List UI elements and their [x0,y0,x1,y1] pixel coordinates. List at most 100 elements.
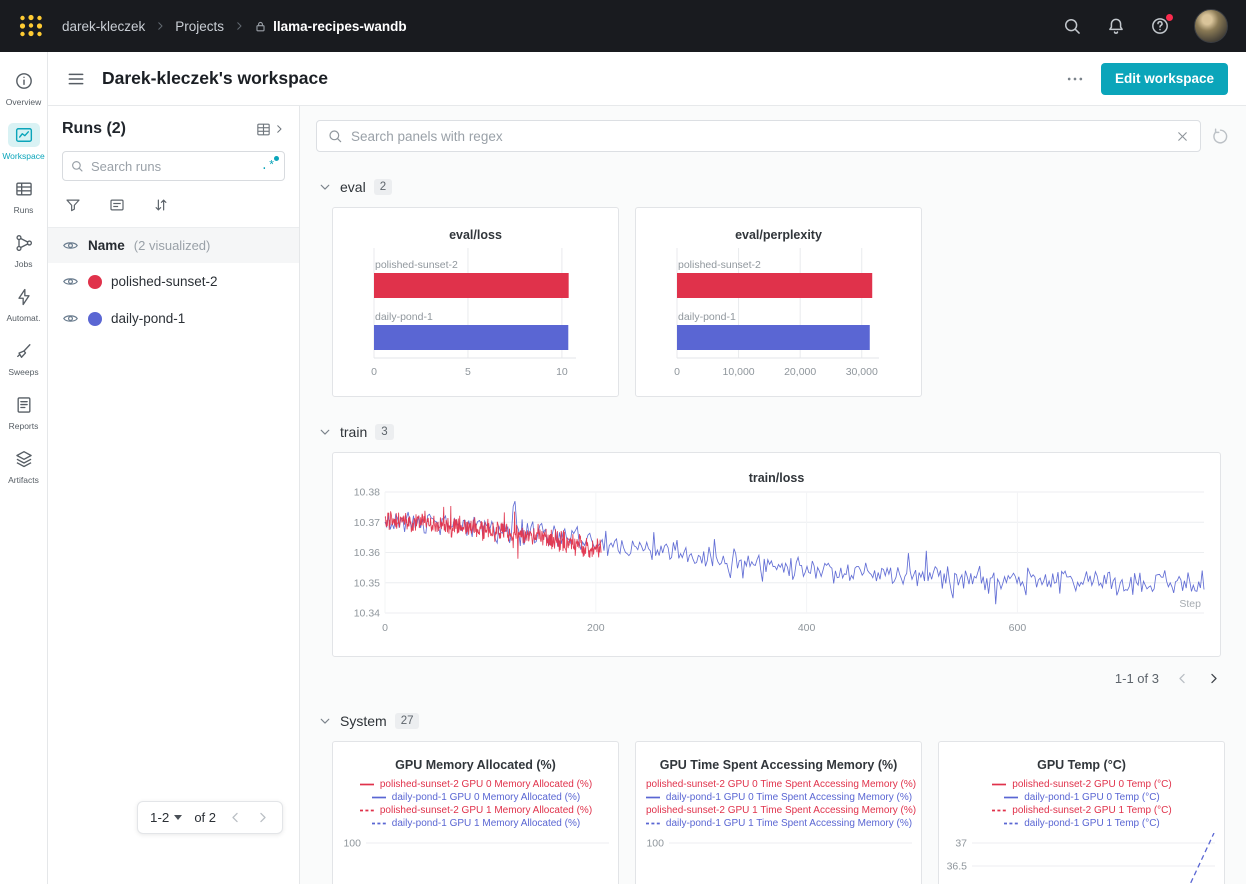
pagination-label: 1-1 of 3 [1115,671,1159,686]
sidebar-item-automations[interactable]: Automat. [0,278,48,332]
chevron-down-icon [174,815,182,820]
legend-item: polished-sunset-2 GPU 1 Time Spent Acces… [641,804,916,817]
info-icon [14,69,34,93]
sidebar-item-artifacts[interactable]: Artifacts [0,440,48,494]
legend-item: polished-sunset-2 GPU 1 Memory Allocated… [359,804,592,817]
svg-text:10.35: 10.35 [353,577,379,589]
breadcrumb-user[interactable]: darek-kleczek [62,19,145,34]
svg-text:10.38: 10.38 [353,487,379,499]
visibility-eye-icon[interactable] [62,273,79,290]
visibility-eye-icon[interactable] [62,237,79,254]
history-undo-icon[interactable] [1211,127,1230,146]
wandb-logo[interactable] [18,13,44,39]
legend-item: polished-sunset-2 GPU 0 Memory Allocated… [359,778,592,791]
menu-icon[interactable] [66,69,86,89]
visibility-eye-icon[interactable] [62,310,79,327]
sort-icon[interactable] [152,196,170,214]
artifacts-layers-icon [14,447,34,471]
legend-item: daily-pond-1 GPU 0 Temp (°C) [1003,791,1160,804]
navbar-actions [1062,9,1228,43]
breadcrumb-project[interactable]: llama-recipes-wandb [254,19,407,34]
run-row[interactable]: polished-sunset-2 [48,263,299,300]
section-count-badge: 2 [374,179,392,195]
panel-card-gpu-time[interactable]: GPU Time Spent Accessing Memory (%) poli… [635,741,922,884]
more-options-icon[interactable] [1065,69,1085,89]
page-title: Darek-kleczek's workspace [102,68,328,89]
run-name: polished-sunset-2 [111,274,218,289]
chevron-right-icon [273,123,285,135]
runs-search-input[interactable] [62,151,285,181]
avatar[interactable] [1194,9,1228,43]
panel-card-eval-loss[interactable]: eval/loss 0510polished-sunset-2daily-pon… [332,207,619,397]
panel-search-input[interactable] [351,129,1167,144]
svg-text:100: 100 [343,838,361,850]
legend-item: daily-pond-1 GPU 1 Temp (°C) [1003,817,1160,830]
runs-pagination: 1-2 of 2 [137,801,283,834]
train-section-pagination: 1-1 of 3 [332,671,1221,686]
svg-text:Step: Step [1179,598,1201,610]
line-chart[interactable]: 100 [333,833,618,884]
search-icon [70,159,84,173]
runs-table-expand-button[interactable] [255,121,285,138]
svg-text:200: 200 [587,622,605,634]
chart-title: GPU Memory Allocated (%) [333,758,618,772]
panel-card-train-loss[interactable]: train/loss 10.3810.3710.3610.3510.340200… [332,452,1221,657]
group-icon[interactable] [108,196,126,214]
notification-dot [1165,13,1174,22]
svg-text:0: 0 [674,366,680,378]
svg-text:5: 5 [465,366,471,378]
automations-bolt-icon [14,285,34,309]
legend-item: polished-sunset-2 GPU 1 Temp (°C) [991,804,1171,817]
previous-page-button[interactable] [228,810,243,825]
chart-legend: polished-sunset-2 GPU 0 Temp (°C)daily-p… [939,778,1224,830]
edit-workspace-button[interactable]: Edit workspace [1101,63,1228,95]
chevron-down-icon[interactable] [318,180,332,194]
sidebar-item-jobs[interactable]: Jobs [0,224,48,278]
svg-text:400: 400 [797,622,815,634]
svg-text:polished-sunset-2: polished-sunset-2 [678,259,761,271]
page-size-dropdown[interactable]: 1-2 [150,810,182,825]
svg-text:20,000: 20,000 [784,366,816,378]
previous-page-button[interactable] [1175,671,1190,686]
line-chart[interactable]: 3736.5 [939,833,1224,884]
sidebar-item-sweeps[interactable]: Sweeps [0,332,48,386]
chevron-down-icon[interactable] [318,714,332,728]
svg-text:10: 10 [556,366,568,378]
close-icon[interactable] [1175,129,1190,144]
section-header-train: train 3 [316,424,1230,440]
breadcrumb-project-name: llama-recipes-wandb [273,19,407,34]
bar-chart[interactable]: 0510polished-sunset-2daily-pond-1 [333,244,618,394]
chart-title: train/loss [333,471,1220,485]
panel-card-gpu-temp[interactable]: GPU Temp (°C) polished-sunset-2 GPU 0 Te… [938,741,1225,884]
search-icon[interactable] [1062,16,1082,36]
breadcrumb: darek-kleczek Projects llama-recipes-wan… [62,19,407,34]
pagination-of-label: of 2 [194,810,216,825]
lock-icon [254,20,267,33]
section-label: System [340,713,387,729]
panel-card-eval-perplexity[interactable]: eval/perplexity 010,00020,00030,000polis… [635,207,922,397]
filter-icon[interactable] [64,196,82,214]
sidebar-item-reports[interactable]: Reports [0,386,48,440]
sidebar-item-overview[interactable]: Overview [0,62,48,116]
run-name: daily-pond-1 [111,311,185,326]
chart-title: eval/perplexity [636,228,921,242]
line-chart[interactable]: 100 [636,833,921,884]
next-page-button[interactable] [255,810,270,825]
notifications-bell-icon[interactable] [1106,16,1126,36]
svg-text:600: 600 [1008,622,1026,634]
workspace-header: Darek-kleczek's workspace Edit workspace [48,52,1246,106]
runs-count-title: Runs (2) [62,120,126,138]
regex-toggle[interactable]: .* [255,155,281,177]
panel-card-gpu-memory[interactable]: GPU Memory Allocated (%) polished-sunset… [332,741,619,884]
chevron-down-icon[interactable] [318,425,332,439]
help-icon[interactable] [1150,16,1170,36]
next-page-button[interactable] [1206,671,1221,686]
sidebar-item-workspace[interactable]: Workspace [0,116,48,170]
sidebar-item-runs[interactable]: Runs [0,170,48,224]
run-row[interactable]: daily-pond-1 [48,300,299,337]
line-chart[interactable]: 10.3810.3710.3610.3510.340200400600Step [333,487,1220,653]
breadcrumb-projects[interactable]: Projects [175,19,224,34]
sweeps-broom-icon [14,339,34,363]
bar-chart[interactable]: 010,00020,00030,000polished-sunset-2dail… [636,244,921,394]
svg-text:10.34: 10.34 [353,608,379,620]
